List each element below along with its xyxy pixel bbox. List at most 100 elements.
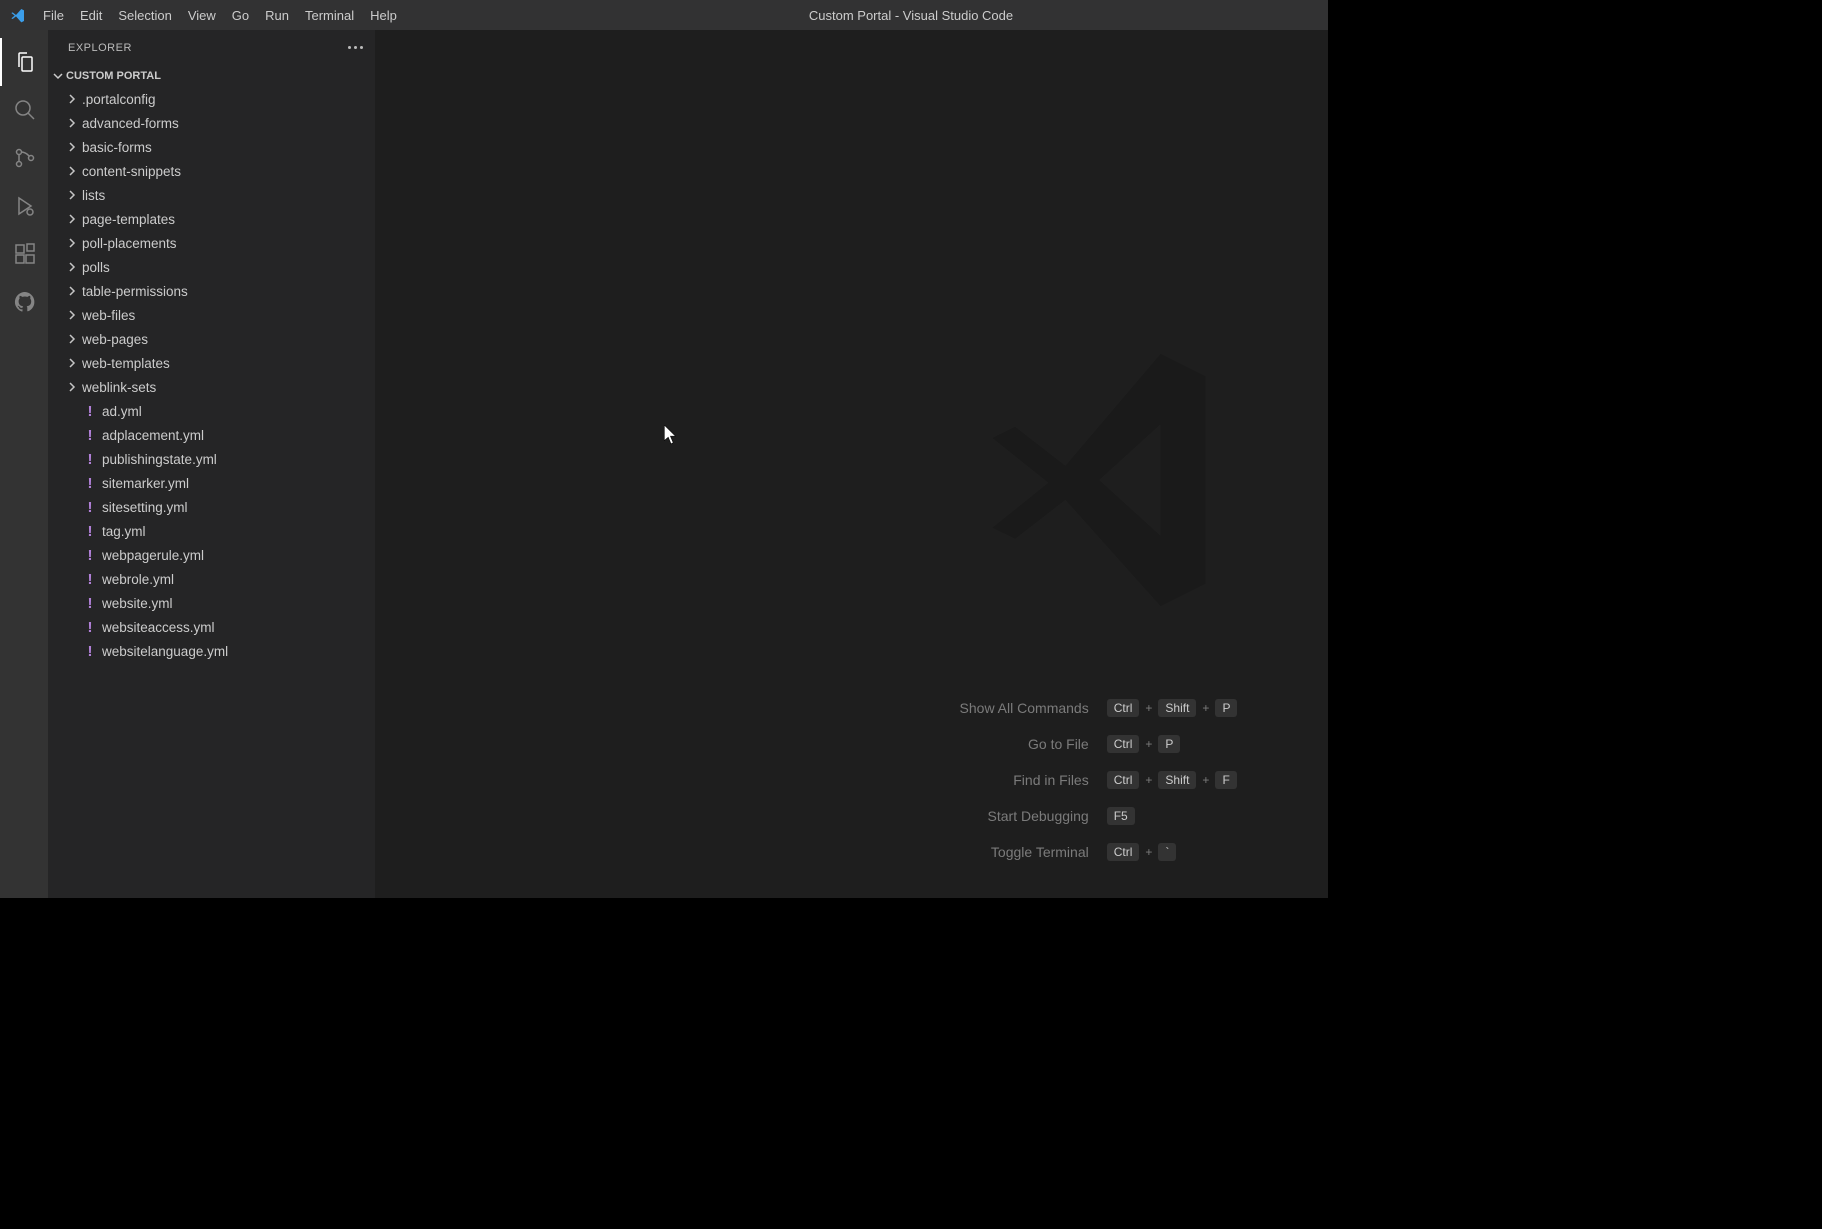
chevron-right-icon [64, 261, 80, 273]
window-title: Custom Portal - Visual Studio Code [809, 8, 1013, 23]
keyboard-key: F5 [1107, 807, 1135, 825]
tree-item-label: web-templates [80, 356, 170, 371]
tree-file[interactable]: !ad.yml [48, 399, 375, 423]
yaml-file-icon: ! [80, 403, 100, 420]
shortcut-keys: F5 [1107, 807, 1238, 825]
tree-folder[interactable]: page-templates [48, 207, 375, 231]
tree-folder[interactable]: poll-placements [48, 231, 375, 255]
plus-separator: + [1145, 737, 1152, 751]
yaml-file-icon: ! [80, 523, 100, 540]
menu-run[interactable]: Run [257, 0, 297, 30]
tree-file[interactable]: !sitemarker.yml [48, 471, 375, 495]
vscode-logo-icon [0, 7, 35, 23]
tree-item-label: polls [80, 260, 110, 275]
tree-file[interactable]: !tag.yml [48, 519, 375, 543]
chevron-right-icon [64, 309, 80, 321]
chevron-right-icon [64, 189, 80, 201]
tree-item-label: websitelanguage.yml [100, 644, 228, 659]
tree-item-label: sitesetting.yml [100, 500, 188, 515]
shortcut-label: Show All Commands [960, 700, 1089, 716]
workspace-root[interactable]: CUSTOM PORTAL [48, 65, 375, 87]
menu-edit[interactable]: Edit [72, 0, 110, 30]
tree-file[interactable]: !publishingstate.yml [48, 447, 375, 471]
shortcut-label: Find in Files [960, 772, 1089, 788]
shortcut-label: Go to File [960, 736, 1089, 752]
keyboard-key: Ctrl [1107, 771, 1140, 789]
tree-file[interactable]: !webpagerule.yml [48, 543, 375, 567]
tree-file[interactable]: !adplacement.yml [48, 423, 375, 447]
chevron-right-icon [64, 381, 80, 393]
chevron-right-icon [64, 93, 80, 105]
shortcut-keys: Ctrl+` [1107, 843, 1238, 861]
menu-help[interactable]: Help [362, 0, 405, 30]
chevron-right-icon [64, 357, 80, 369]
menu-file[interactable]: File [35, 0, 72, 30]
tree-file[interactable]: !websiteaccess.yml [48, 615, 375, 639]
tree-file[interactable]: !sitesetting.yml [48, 495, 375, 519]
chevron-right-icon [64, 141, 80, 153]
shortcut-label: Toggle Terminal [960, 844, 1089, 860]
plus-separator: + [1202, 701, 1209, 715]
menu-bar: File Edit Selection View Go Run Terminal… [35, 0, 405, 30]
activity-search-icon[interactable] [0, 86, 48, 134]
tree-folder[interactable]: weblink-sets [48, 375, 375, 399]
tree-file[interactable]: !website.yml [48, 591, 375, 615]
tree-folder[interactable]: web-files [48, 303, 375, 327]
sidebar-header: EXPLORER [48, 30, 375, 65]
plus-separator: + [1202, 773, 1209, 787]
workspace-root-label: CUSTOM PORTAL [66, 70, 161, 82]
tree-folder[interactable]: .portalconfig [48, 87, 375, 111]
tree-item-label: advanced-forms [80, 116, 179, 131]
tree-item-label: web-pages [80, 332, 148, 347]
keyboard-key: Ctrl [1107, 699, 1140, 717]
more-actions-icon[interactable] [348, 46, 363, 49]
keyboard-key: P [1215, 699, 1237, 717]
activity-github-icon[interactable] [0, 278, 48, 326]
keyboard-key: ` [1158, 843, 1176, 861]
yaml-file-icon: ! [80, 427, 100, 444]
tree-item-label: sitemarker.yml [100, 476, 189, 491]
activity-extensions-icon[interactable] [0, 230, 48, 278]
tree-item-label: ad.yml [100, 404, 142, 419]
tree-item-label: websiteaccess.yml [100, 620, 215, 635]
tree-item-label: publishingstate.yml [100, 452, 217, 467]
tree-folder[interactable]: polls [48, 255, 375, 279]
keyboard-key: Shift [1158, 699, 1196, 717]
menu-selection[interactable]: Selection [110, 0, 179, 30]
tree-folder[interactable]: table-permissions [48, 279, 375, 303]
shortcut-keys: Ctrl + Shift + P [1107, 699, 1238, 717]
tree-folder[interactable]: advanced-forms [48, 111, 375, 135]
menu-go[interactable]: Go [224, 0, 257, 30]
welcome-shortcuts: Show All Commands Ctrl + Shift + P Go to File C… [960, 699, 1238, 861]
tree-item-label: lists [80, 188, 105, 203]
tree-folder[interactable]: basic-forms [48, 135, 375, 159]
activity-source-control-icon[interactable] [0, 134, 48, 182]
activity-run-debug-icon[interactable] [0, 182, 48, 230]
letterbox [1328, 0, 1822, 1229]
tree-folder[interactable]: web-templates [48, 351, 375, 375]
tree-item-label: webpagerule.yml [100, 548, 204, 563]
tree-item-label: web-files [80, 308, 135, 323]
menu-terminal[interactable]: Terminal [297, 0, 362, 30]
tree-folder[interactable]: content-snippets [48, 159, 375, 183]
shortcut-keys: Ctrl+P [1107, 735, 1238, 753]
plus-separator: + [1145, 701, 1152, 715]
tree-folder[interactable]: web-pages [48, 327, 375, 351]
tree-item-label: page-templates [80, 212, 175, 227]
sidebar-title: EXPLORER [68, 42, 132, 54]
yaml-file-icon: ! [80, 643, 100, 660]
plus-separator: + [1145, 773, 1152, 787]
tree-folder[interactable]: lists [48, 183, 375, 207]
tree-file[interactable]: !webrole.yml [48, 567, 375, 591]
tree-file[interactable]: !websitelanguage.yml [48, 639, 375, 663]
keyboard-key: P [1158, 735, 1180, 753]
yaml-file-icon: ! [80, 571, 100, 588]
tree-item-label: website.yml [100, 596, 173, 611]
shortcut-keys: Ctrl+Shift+F [1107, 771, 1238, 789]
tree-item-label: adplacement.yml [100, 428, 204, 443]
yaml-file-icon: ! [80, 475, 100, 492]
menu-view[interactable]: View [180, 0, 224, 30]
activity-explorer-icon[interactable] [0, 38, 48, 86]
plus-separator: + [1145, 845, 1152, 859]
chevron-right-icon [64, 117, 80, 129]
